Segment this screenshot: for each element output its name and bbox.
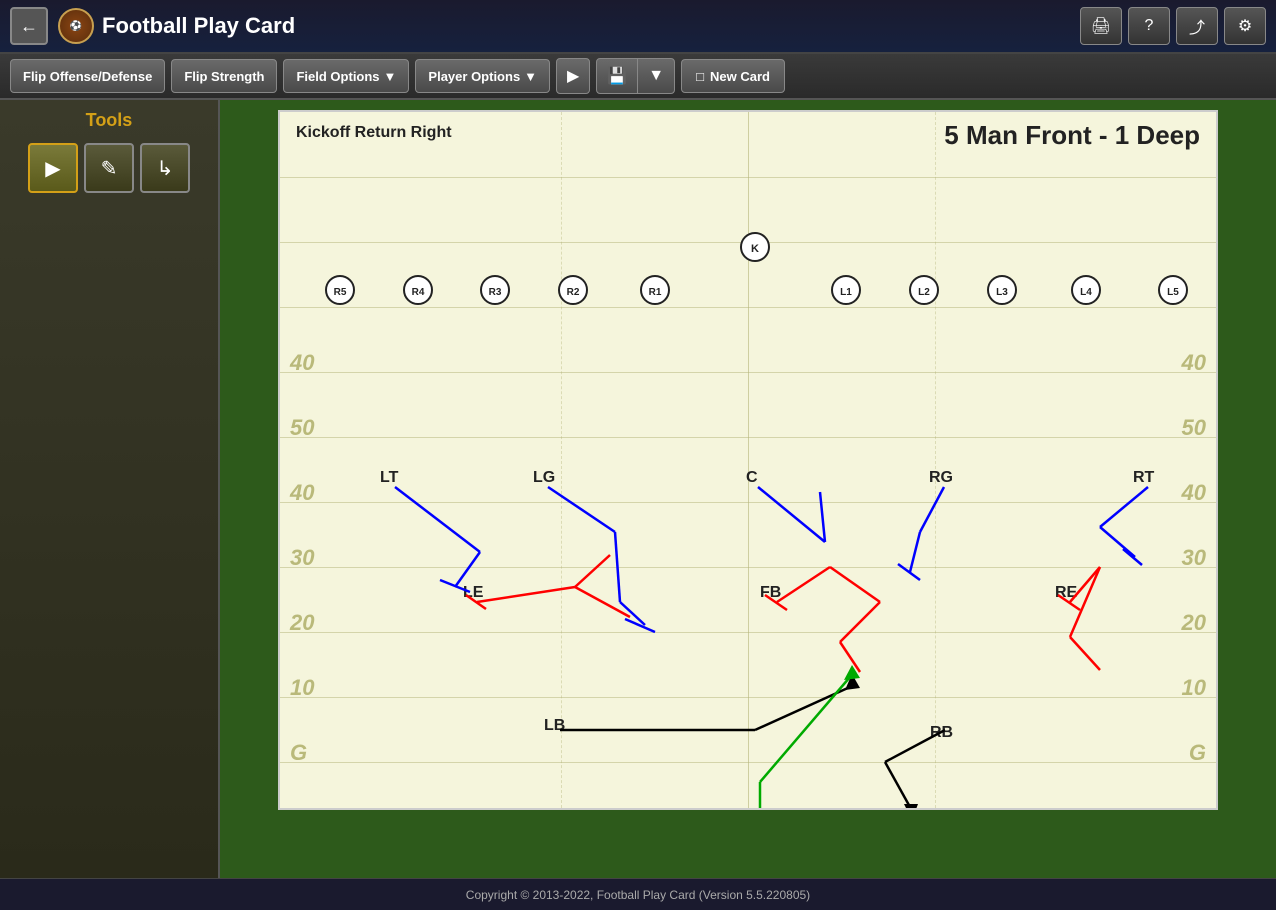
field-options-chevron-icon: ▼	[384, 69, 397, 84]
yard-label-g-right: G	[1189, 740, 1206, 766]
flip-strength-button[interactable]: Flip Strength	[171, 59, 277, 93]
logo-text: ⚽	[70, 21, 82, 32]
svg-text:L4: L4	[1080, 287, 1092, 298]
field-container: 40 50 40 30 20 10 G 40 50 40 30 20 10 G …	[220, 100, 1276, 878]
svg-text:RB: RB	[930, 724, 953, 741]
svg-text:R5: R5	[334, 287, 347, 298]
svg-text:R4: R4	[412, 287, 425, 298]
route-tool-button[interactable]: ↳	[140, 143, 190, 193]
main-area: Tools ▶ ✎ ↳ 40	[0, 100, 1276, 878]
svg-text:L2: L2	[918, 287, 930, 298]
yard-label-g-left: G	[290, 740, 307, 766]
hash-left	[561, 112, 562, 808]
new-card-button[interactable]: □ New Card	[681, 59, 785, 93]
sidebar-tools: ▶ ✎ ↳	[28, 143, 190, 193]
draw-tool-button[interactable]: ✎	[84, 143, 134, 193]
svg-text:R3: R3	[489, 287, 502, 298]
player-options-button[interactable]: Player Options ▼	[415, 59, 550, 93]
cursor-icon: ▶	[45, 156, 60, 181]
player-options-label: Player Options	[428, 69, 520, 84]
save-icon: 💾	[607, 66, 627, 86]
app-logo-icon: ⚽	[58, 8, 94, 44]
share-icon: ⤴	[1189, 14, 1205, 38]
route-icon: ↳	[157, 156, 174, 181]
header-actions: 🖨 ? ⤴ ⚙	[1080, 7, 1266, 45]
save-group: 💾 ▼	[596, 58, 675, 94]
print-button[interactable]: 🖨	[1080, 7, 1122, 45]
svg-text:RG: RG	[929, 469, 953, 486]
yard-label-40b-right: 40	[1182, 480, 1206, 506]
footer: Copyright © 2013-2022, Football Play Car…	[0, 878, 1276, 910]
settings-icon: ⚙	[1238, 16, 1252, 36]
svg-text:LT: LT	[380, 469, 399, 486]
playback-group: ▶	[556, 58, 590, 94]
yard-label-50-right: 50	[1182, 415, 1206, 441]
field-options-button[interactable]: Field Options ▼	[283, 59, 409, 93]
select-tool-button[interactable]: ▶	[28, 143, 78, 193]
back-icon: ←	[20, 16, 38, 37]
svg-text:K: K	[751, 243, 759, 255]
print-icon: 🖨	[1091, 16, 1111, 36]
center-line	[748, 112, 749, 808]
svg-text:R1: R1	[649, 287, 662, 298]
yard-label-20-right: 20	[1182, 610, 1206, 636]
save-dropdown-button[interactable]: ▼	[638, 59, 674, 93]
yard-label-40b-left: 40	[290, 480, 314, 506]
save-chevron-icon: ▼	[648, 67, 664, 85]
svg-text:LG: LG	[533, 469, 555, 486]
new-card-icon: □	[696, 69, 704, 84]
player-options-chevron-icon: ▼	[524, 69, 537, 84]
play-button[interactable]: ▶	[557, 59, 589, 93]
svg-text:L3: L3	[996, 287, 1008, 298]
field-options-label: Field Options	[296, 69, 379, 84]
back-button[interactable]: ←	[10, 7, 48, 45]
yard-label-10-right: 10	[1182, 675, 1206, 701]
toolbar: Flip Offense/Defense Flip Strength Field…	[0, 54, 1276, 100]
help-button[interactable]: ?	[1128, 7, 1170, 45]
flip-offense-button[interactable]: Flip Offense/Defense	[10, 59, 165, 93]
yard-label-30-right: 30	[1182, 545, 1206, 571]
svg-text:R2: R2	[567, 287, 580, 298]
svg-text:RE: RE	[1055, 584, 1078, 601]
share-button[interactable]: ⤴	[1176, 7, 1218, 45]
save-button[interactable]: 💾	[597, 59, 638, 93]
logo-area: ⚽ Football Play Card	[58, 8, 1080, 44]
play-icon: ▶	[567, 66, 579, 86]
svg-text:L5: L5	[1167, 287, 1179, 298]
svg-text:FB: FB	[760, 584, 781, 601]
svg-text:RT: RT	[1133, 469, 1155, 486]
help-icon: ?	[1145, 17, 1154, 35]
yard-label-30-left: 30	[290, 545, 314, 571]
draw-icon: ✎	[101, 156, 118, 181]
yard-label-40-right: 40	[1182, 350, 1206, 376]
yard-label-10-left: 10	[290, 675, 314, 701]
play-name: Kickoff Return Right	[296, 124, 452, 142]
app-header: ← ⚽ Football Play Card 🖨 ? ⤴ ⚙	[0, 0, 1276, 54]
yard-label-40-left: 40	[290, 350, 314, 376]
copyright-text: Copyright © 2013-2022, Football Play Car…	[466, 888, 810, 902]
football-field[interactable]: 40 50 40 30 20 10 G 40 50 40 30 20 10 G …	[278, 110, 1218, 810]
app-title: Football Play Card	[102, 13, 295, 39]
svg-text:LE: LE	[463, 584, 484, 601]
sidebar: Tools ▶ ✎ ↳	[0, 100, 220, 878]
sidebar-title: Tools	[86, 110, 133, 131]
yard-label-20-left: 20	[290, 610, 314, 636]
svg-text:L1: L1	[840, 287, 852, 298]
yard-label-50-left: 50	[290, 415, 314, 441]
hash-right	[935, 112, 936, 808]
play-title: 5 Man Front - 1 Deep	[944, 120, 1200, 151]
new-card-label: New Card	[710, 69, 770, 84]
svg-text:LB: LB	[544, 717, 565, 734]
settings-button[interactable]: ⚙	[1224, 7, 1266, 45]
